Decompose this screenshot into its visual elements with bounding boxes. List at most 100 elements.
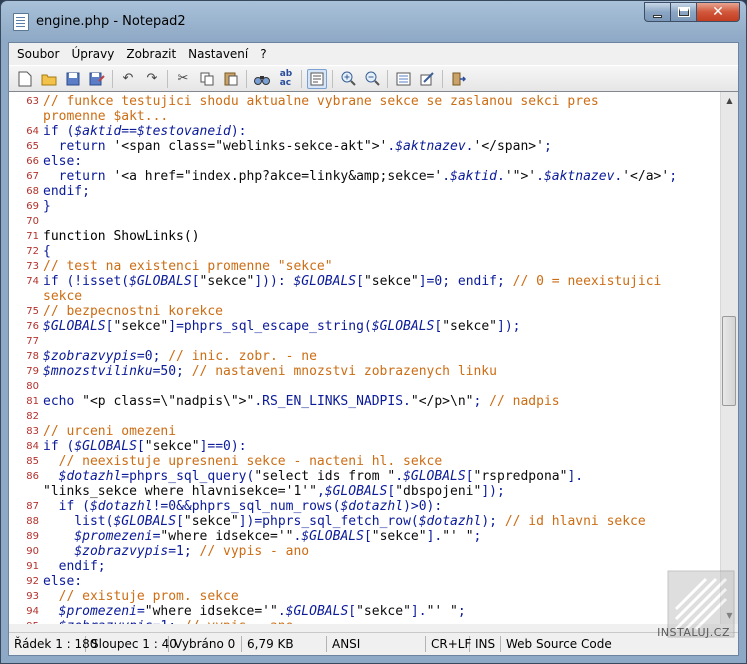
code-line[interactable]: 67 return '<a href="index.php?akce=linky… [9, 169, 720, 184]
code-token: ])): [254, 274, 294, 289]
code-line[interactable]: 88 list($GLOBALS["sekce"])=phprs_sql_fet… [9, 514, 720, 529]
replace-icon[interactable]: ab ac [276, 69, 296, 89]
code-line[interactable]: 92 else: [9, 574, 720, 589]
maximize-icon [677, 7, 690, 17]
code-line[interactable]: 94 $promezeni="where idsekce='".$GLOBALS… [9, 604, 720, 619]
code-editor[interactable]: 63 // funkce testujici shodu aktualne vyb… [9, 91, 738, 624]
code-token: "where idsekce='" [144, 604, 278, 619]
menu-zobrazit[interactable]: Zobrazit [120, 47, 182, 61]
code-line[interactable]: 64 if ($aktid==$testovaneid): [9, 124, 720, 139]
code-line[interactable]: 76 $GLOBALS["sekce"]=phprs_sql_escape_str… [9, 319, 720, 334]
copy-icon[interactable] [197, 69, 217, 89]
paste-icon[interactable] [221, 69, 241, 89]
find-icon[interactable] [252, 69, 272, 89]
title-bar[interactable]: engine.php - Notepad2 ✕ [1, 1, 746, 42]
code-line[interactable]: 70 [9, 214, 720, 229]
code-line[interactable]: 93 // existuje prom. sekce [9, 589, 720, 604]
exit-icon[interactable] [448, 69, 468, 89]
code-line[interactable]: 85 // neexistuje upresneni sekce - nacte… [9, 454, 720, 469]
new-file-icon[interactable] [15, 69, 35, 89]
code-token: ]=0; endif; [418, 274, 513, 289]
code-token: "sekce" [356, 604, 411, 619]
scroll-up-icon[interactable]: ▲ [721, 92, 738, 109]
menu-upravy[interactable]: Úpravy [65, 47, 120, 61]
notepad-app-icon[interactable] [13, 13, 29, 31]
code-token: echo [43, 394, 83, 409]
code-line[interactable]: 81 echo "<p class=\"nadpis\">".RS_EN_LINK… [9, 394, 720, 409]
code-token: "' " [442, 529, 474, 544]
zoom-out-icon[interactable] [362, 69, 382, 89]
code-line[interactable]: 71 function ShowLinks() [9, 229, 720, 244]
cut-icon[interactable]: ✂ [173, 69, 193, 89]
code-token: $GLOBALS [43, 319, 106, 334]
line-number: 76 [26, 321, 39, 332]
code-line[interactable]: 82 [9, 409, 720, 424]
code-line[interactable]: 89 $promezeni="where idsekce='".$GLOBALS… [9, 529, 720, 544]
code-token: // 0 = neexistujici [512, 274, 662, 289]
code-line[interactable]: 78 $zobrazvypis=0; // inic. zobr. - ne [9, 349, 720, 364]
line-number: 84 [26, 441, 39, 452]
code-line[interactable]: 91 endif; [9, 559, 720, 574]
code-line[interactable]: 84 if ($GLOBALS["sekce"]==0): [9, 439, 720, 454]
code-line[interactable]: promenne $akt... [9, 109, 720, 124]
line-number: 69 [26, 201, 39, 212]
code-token: ]. [410, 604, 427, 619]
code-token: . [442, 169, 451, 184]
code-line[interactable]: 68 endif; [9, 184, 720, 199]
code-line[interactable]: 90 $zobrazvypis=1; // vypis - ano [9, 544, 720, 559]
minimize-button[interactable] [644, 2, 670, 22]
scroll-thumb[interactable] [722, 316, 736, 406]
schemes-icon[interactable] [393, 69, 413, 89]
code-line[interactable]: 80 [9, 379, 720, 394]
code-token: $GLOBALS [293, 274, 357, 289]
toolbar-separator [167, 69, 168, 88]
code-token: =0; [136, 349, 169, 364]
code-line[interactable]: sekce [9, 289, 720, 304]
menu-soubor[interactable]: Soubor [11, 47, 65, 61]
menu-nastaveni[interactable]: Nastavení [182, 47, 254, 61]
code-line[interactable]: 73 // test na existenci promenne "sekce" [9, 259, 720, 274]
maximize-button[interactable] [670, 2, 696, 22]
code-token: promenne $akt... [43, 109, 169, 124]
open-folder-icon[interactable] [39, 69, 59, 89]
line-number: 78 [26, 351, 39, 362]
code-text: // neexistuje upresneni sekce - nacteni … [43, 454, 443, 469]
word-wrap-icon[interactable] [307, 68, 327, 89]
code-token: ]. [567, 469, 584, 484]
close-button[interactable]: ✕ [696, 2, 740, 22]
save-icon[interactable] [63, 69, 83, 89]
code-token: else: [43, 574, 83, 589]
code-token: ); [481, 514, 505, 529]
code-line[interactable]: 72 { [9, 244, 720, 259]
code-token: // nastaveni mnozstvi zobrazenych linku [191, 364, 497, 379]
code-line[interactable]: 63 // funkce testujici shodu aktualne vyb… [9, 94, 720, 109]
line-number: 94 [26, 606, 39, 617]
zoom-in-icon[interactable] [338, 69, 358, 89]
line-number: 83 [26, 426, 39, 437]
code-line[interactable]: 66 else: [9, 154, 720, 169]
code-line[interactable]: "links_sekce where hlavnisekce='1'",$GLO… [9, 484, 720, 499]
undo-icon[interactable]: ↶ [118, 69, 138, 89]
customize-icon[interactable] [417, 69, 437, 89]
code-line[interactable]: 77 [9, 334, 720, 349]
status-line: Řádek 1 : 180 [9, 636, 97, 652]
code-line[interactable]: 74 if (!isset($GLOBALS["sekce"])): $GLOBA… [9, 274, 720, 289]
code-line[interactable]: 95 $zobrazvypis=1; // vypis - ano [9, 619, 720, 624]
code-token: // inic. zobr. - ne [168, 349, 317, 364]
code-line[interactable]: 65 return '<span class="weblinks-sekce-a… [9, 139, 720, 154]
code-token: [ [363, 529, 372, 544]
save-as-icon[interactable] [87, 69, 107, 89]
redo-icon[interactable]: ↷ [142, 69, 162, 89]
line-number: 77 [26, 336, 39, 347]
code-line[interactable]: 79 $mnozstvilinku=50; // nastaveni mnozst… [9, 364, 720, 379]
code-line[interactable]: 87 if ($dotazhl!=0&&phprs_sql_num_rows($… [9, 499, 720, 514]
menu-help[interactable]: ? [254, 47, 272, 61]
code-line[interactable]: 69} [9, 199, 720, 214]
close-icon: ✕ [712, 4, 724, 20]
vertical-scrollbar[interactable]: ▲ ▼ [720, 92, 738, 624]
code-line[interactable]: 75 // bezpecnostni korekce [9, 304, 720, 319]
code-line[interactable]: 86 $dotazhl=phprs_sql_query("select ids … [9, 469, 720, 484]
code-text: $promezeni="where idsekce='".$GLOBALS["s… [43, 604, 466, 619]
code-line[interactable]: 83 // urceni omezeni [9, 424, 720, 439]
code-area[interactable]: 63 // funkce testujici shodu aktualne vyb… [9, 94, 720, 624]
